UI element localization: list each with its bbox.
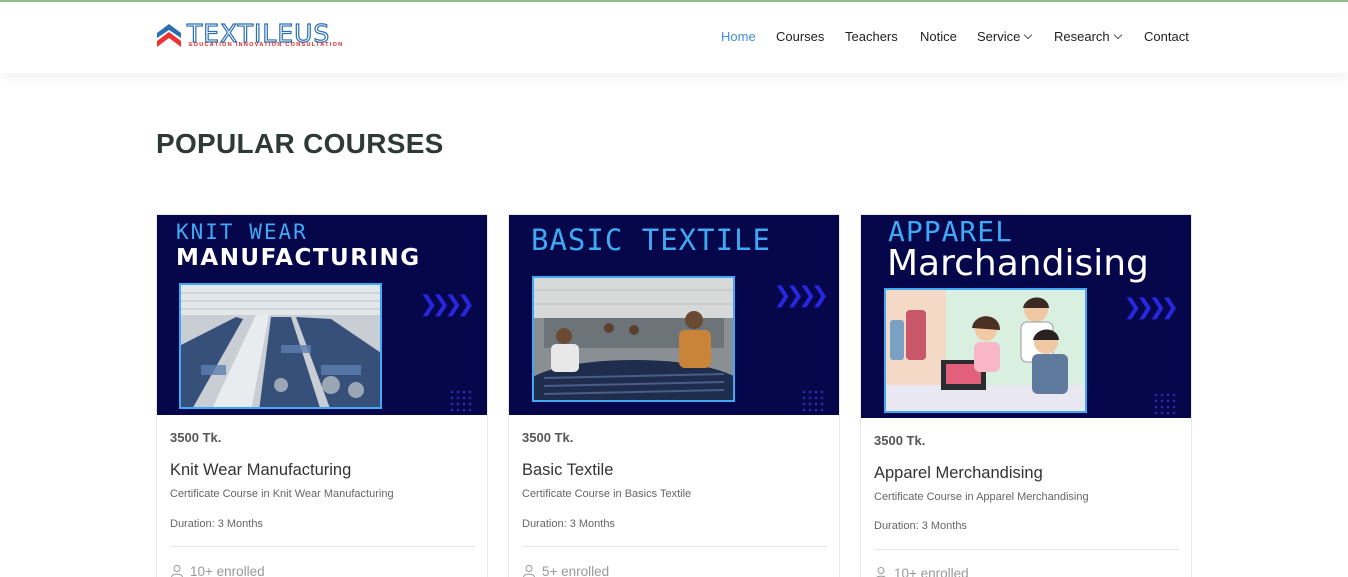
factory-photo	[179, 283, 382, 409]
course-banner-image[interactable]: KNIT WEAR MANUFACTURING ❯❯❯❯	[157, 215, 487, 415]
nav-teachers[interactable]: Teachers	[845, 28, 898, 46]
merchandising-illustration	[884, 288, 1087, 413]
course-duration: Duration: 3 Months	[170, 518, 263, 530]
user-icon	[171, 565, 183, 577]
course-enrolled: 5+ enrolled	[522, 564, 609, 577]
course-enrolled: 10+ enrolled	[170, 564, 265, 577]
course-subtitle: Certificate Course in Knit Wear Manufact…	[170, 488, 394, 500]
course-duration: Duration: 3 Months	[522, 518, 615, 530]
nav-service-label: Service	[977, 29, 1021, 44]
nav-research[interactable]: Research	[1054, 28, 1122, 46]
banner-subheading: MANUFACTURING	[176, 245, 421, 271]
nav-service[interactable]: Service	[977, 28, 1033, 46]
nav-home[interactable]: Home	[721, 28, 756, 46]
user-icon	[876, 567, 886, 577]
banner-subheading: Marchandising	[887, 243, 1149, 284]
dot-pattern	[449, 389, 473, 413]
enrolled-count: 10+ enrolled	[190, 564, 265, 577]
course-subtitle: Certificate Course in Apparel Merchandis…	[874, 491, 1089, 503]
nav-research-label: Research	[1054, 29, 1110, 44]
nav-notice[interactable]: Notice	[920, 28, 957, 46]
course-duration: Duration: 3 Months	[874, 520, 967, 532]
course-title[interactable]: Apparel Merchandising	[874, 464, 1043, 483]
course-price: 3500 Tk.	[874, 433, 926, 448]
course-banner-image[interactable]: APPAREL Marchandising ❯❯❯❯	[861, 215, 1191, 418]
double-chevron-right-icon: ❯❯❯❯	[773, 283, 829, 308]
site-logo[interactable]: TEXTILEUS EDUCATION INNOVATION CONSULTAT…	[156, 19, 371, 53]
course-enrolled: 10+ enrolled	[874, 566, 969, 577]
course-card[interactable]: BASIC TEXTILE ❯❯❯❯ 3500 Tk. Basic Textil…	[508, 214, 840, 577]
course-price: 3500 Tk.	[522, 430, 574, 445]
chevron-down-icon	[1024, 30, 1033, 40]
course-card[interactable]: APPAREL Marchandising ❯❯❯❯ 3500 Tk. Appa…	[860, 214, 1192, 577]
textile-workshop-illustration	[534, 278, 733, 400]
card-divider	[522, 546, 828, 547]
double-chevron-right-icon: ❯❯❯❯	[1123, 295, 1179, 320]
double-chevron-right-icon: ❯❯❯❯	[419, 292, 475, 317]
knitting-floor-illustration	[181, 285, 380, 407]
logo-chevron-icon	[157, 24, 181, 47]
course-title[interactable]: Knit Wear Manufacturing	[170, 461, 351, 480]
card-divider	[874, 549, 1180, 550]
course-price: 3500 Tk.	[170, 430, 222, 445]
card-divider	[170, 546, 476, 547]
course-title[interactable]: Basic Textile	[522, 461, 613, 480]
course-subtitle: Certificate Course in Basics Textile	[522, 488, 692, 500]
logo-tagline: EDUCATION INNOVATION CONSULTATION	[189, 42, 344, 48]
site-header: TEXTILEUS EDUCATION INNOVATION CONSULTAT…	[0, 2, 1348, 73]
banner-heading: KNIT WEAR	[176, 220, 308, 244]
banner-heading: BASIC TEXTILE	[531, 223, 771, 257]
office-team-illustration	[886, 290, 1085, 411]
nav-contact[interactable]: Contact	[1144, 28, 1189, 46]
chevron-down-icon	[1113, 30, 1122, 40]
textile-workers-photo	[532, 276, 735, 402]
course-card[interactable]: KNIT WEAR MANUFACTURING ❯❯❯❯ 3500 Tk. Kn…	[156, 214, 488, 577]
nav-courses[interactable]: Courses	[776, 28, 824, 46]
main-nav: Home Courses Teachers Notice Service Res…	[700, 28, 1200, 48]
user-icon	[523, 565, 535, 577]
enrolled-count: 10+ enrolled	[894, 566, 969, 577]
dot-pattern	[801, 389, 825, 413]
dot-pattern	[1153, 392, 1177, 416]
enrolled-count: 5+ enrolled	[542, 564, 610, 577]
section-title: POPULAR COURSES	[156, 128, 444, 159]
course-banner-image[interactable]: BASIC TEXTILE ❯❯❯❯	[509, 215, 839, 415]
